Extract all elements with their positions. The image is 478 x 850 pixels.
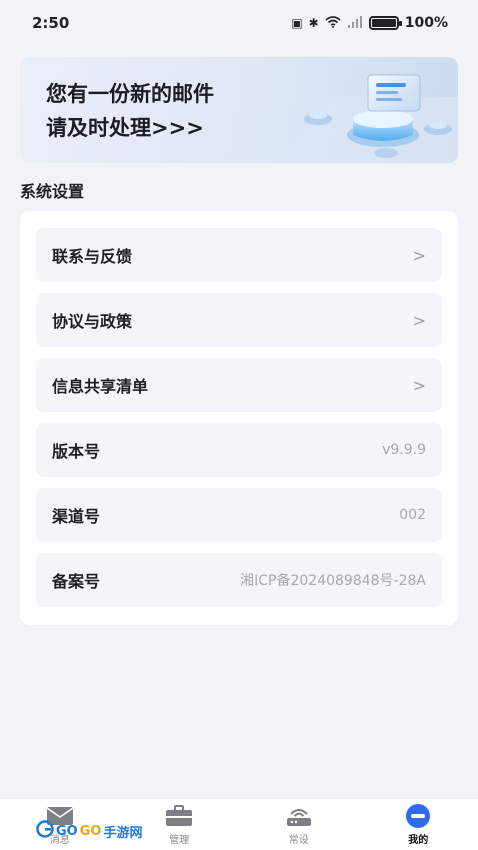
watermark-text-2: GO [79,823,102,839]
setting-label: 版本号 [52,442,101,461]
status-bar: 2:50 ▣ ✱ 100% [0,0,478,46]
status-icons: ▣ ✱ 100% [291,15,448,31]
setting-row-agreement-policy[interactable]: 协议与政策 > [36,293,442,347]
battery-icon [368,16,402,30]
tab-settings-common[interactable]: 常设 [239,799,359,850]
tab-label: 常设 [288,835,309,846]
setting-row-channel: 渠道号 002 [36,488,442,542]
setting-label: 联系与反馈 [52,247,133,266]
settings-card: 联系与反馈 > 协议与政策 > 信息共享清单 > 版本号 v9.9.9 渠道号 … [20,211,458,625]
signal-icon [347,15,363,31]
tab-label: 我的 [408,835,429,846]
setting-row-contact-feedback[interactable]: 联系与反馈 > [36,228,442,282]
tab-label: 管理 [169,835,190,846]
icp-record-value: 湘ICP备2024089848号-28A [240,573,426,589]
watermark-logo: GO GO 手游网 [36,820,142,842]
setting-row-info-sharing-list[interactable]: 信息共享清单 > [36,358,442,412]
briefcase-icon [164,803,194,829]
chevron-right-icon: > [412,245,426,265]
section-title-system-settings: 系统设置 [20,182,85,201]
setting-label: 协议与政策 [52,312,133,331]
battery-level: 100% [404,15,448,31]
banner-line-1: 您有一份新的邮件 [46,82,214,106]
tab-mine[interactable]: 我的 [359,799,478,850]
channel-value: 002 [399,507,426,523]
version-value: v9.9.9 [382,442,426,458]
status-time: 2:50 [32,14,70,32]
watermark-text-3: 手游网 [103,825,143,841]
router-icon [284,803,314,829]
chevron-right-icon: > [412,375,426,395]
new-mail-banner[interactable]: 您有一份新的邮件 请及时处理>>> [20,57,458,163]
watermark-text-1: GO [56,823,78,839]
setting-row-version: 版本号 v9.9.9 [36,423,442,477]
nfc-icon: ▣ [291,16,303,30]
chevron-right-icon: > [412,310,426,330]
profile-icon [403,803,433,829]
bluetooth-icon: ✱ [308,16,319,30]
banner-line-2: 请及时处理>>> [46,116,204,140]
setting-row-icp-record: 备案号 湘ICP备2024089848号-28A [36,553,442,607]
watermark-circle-icon [36,820,54,842]
setting-label: 备案号 [52,572,101,591]
mail-illustration-icon [268,74,458,163]
wifi-icon [325,15,341,31]
setting-label: 渠道号 [52,507,101,526]
setting-label: 信息共享清单 [52,377,149,396]
banner-text: 您有一份新的邮件 请及时处理>>> [46,77,214,145]
